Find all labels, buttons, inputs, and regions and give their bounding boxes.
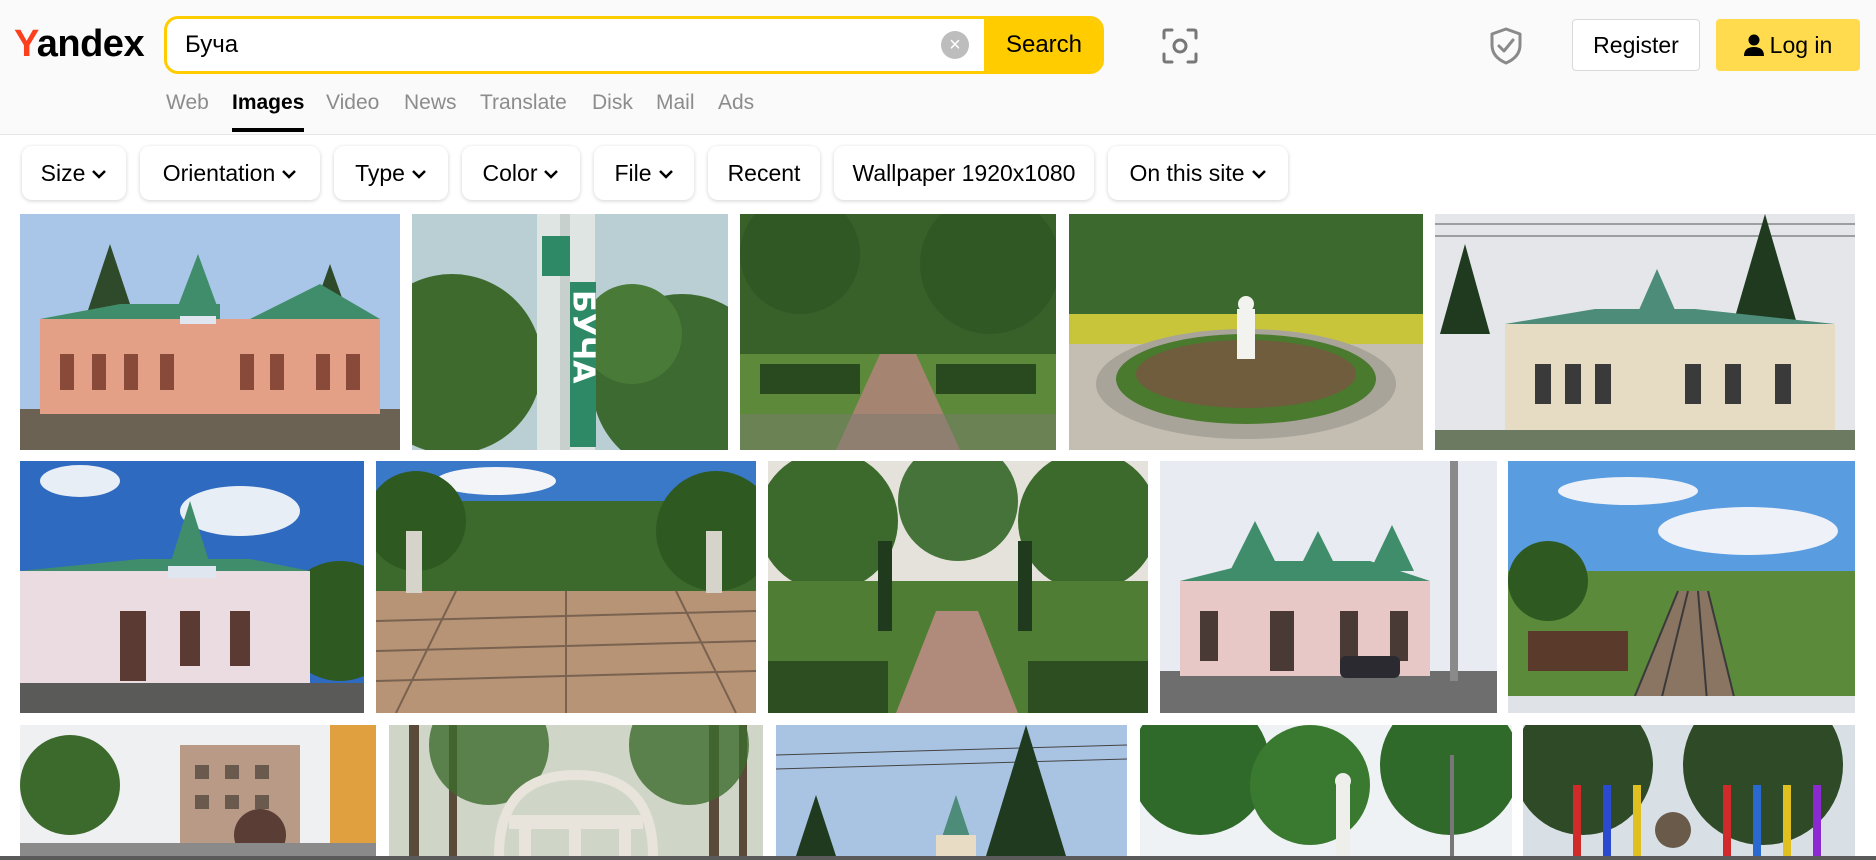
image-result[interactable] [1160, 461, 1497, 713]
shield-icon[interactable] [1488, 26, 1524, 66]
image-result[interactable] [1435, 214, 1855, 450]
tab-ads[interactable]: Ads [718, 88, 754, 132]
filter-recent[interactable]: Recent [708, 146, 820, 200]
filter-file[interactable]: File [594, 146, 694, 200]
city-sign-text: БУЧА [566, 290, 601, 384]
image-result[interactable] [1069, 214, 1423, 450]
chevron-down-icon [544, 170, 559, 179]
search-box: × Search [164, 16, 1104, 74]
tab-disk[interactable]: Disk [592, 88, 633, 132]
tab-news[interactable]: News [404, 88, 457, 132]
clear-search-icon[interactable]: × [941, 31, 969, 59]
header: Yandex × Search Register Log in Web Imag… [0, 0, 1876, 135]
image-result[interactable] [740, 214, 1056, 450]
yandex-logo[interactable]: Yandex [14, 20, 145, 68]
search-input[interactable] [185, 19, 905, 71]
filter-size[interactable]: Size [22, 146, 126, 200]
tab-images[interactable]: Images [232, 88, 305, 132]
search-button[interactable]: Search [984, 19, 1101, 71]
chevron-down-icon [282, 170, 297, 179]
chevron-down-icon [412, 170, 426, 179]
image-result[interactable] [20, 725, 376, 856]
bottom-edge [0, 856, 1876, 860]
filter-color[interactable]: Color [462, 146, 580, 200]
image-result[interactable] [776, 725, 1127, 856]
tab-mail[interactable]: Mail [656, 88, 695, 132]
image-result[interactable] [1508, 461, 1855, 713]
tab-translate[interactable]: Translate [480, 88, 567, 132]
login-button[interactable]: Log in [1716, 19, 1860, 71]
image-result[interactable] [1523, 725, 1855, 856]
image-result[interactable] [768, 461, 1148, 713]
chevron-down-icon [658, 170, 673, 179]
image-result[interactable] [20, 461, 364, 713]
image-result[interactable] [1140, 725, 1512, 856]
register-button[interactable]: Register [1572, 19, 1700, 71]
filter-orientation[interactable]: Orientation [140, 146, 320, 200]
image-result[interactable] [20, 214, 400, 450]
filter-type[interactable]: Type [334, 146, 448, 200]
image-result[interactable] [389, 725, 763, 856]
filter-on-this-site[interactable]: On this site [1108, 146, 1288, 200]
user-icon [1743, 34, 1764, 56]
tab-video[interactable]: Video [326, 88, 379, 132]
filter-wallpaper[interactable]: Wallpaper 1920x1080 [834, 146, 1094, 200]
tab-web[interactable]: Web [166, 88, 209, 132]
chevron-down-icon [92, 170, 107, 179]
chevron-down-icon [1251, 170, 1266, 179]
image-result[interactable]: БУЧА [412, 214, 728, 450]
image-result[interactable] [376, 461, 756, 713]
image-search-camera-icon[interactable] [1160, 26, 1200, 66]
